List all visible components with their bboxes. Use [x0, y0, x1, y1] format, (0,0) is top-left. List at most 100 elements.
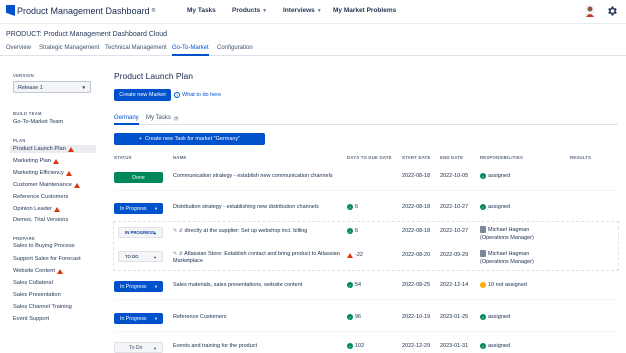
sidebar-item-product-launch-plan[interactable]: Product Launch Plan — [10, 145, 96, 153]
sidebar-item-sales-to-buying-process[interactable]: Sales to Buying Process — [13, 243, 75, 249]
nav-products[interactable]: Products ▼ — [232, 7, 267, 14]
create-task-button[interactable]: + Create new Task for market "Germany" — [114, 133, 265, 145]
col-status[interactable]: STATUS — [114, 155, 132, 160]
sidebar-item-label: Website Content — [13, 268, 55, 274]
sidebar-item-customer-maintenance[interactable]: Customer Maintenance — [13, 182, 80, 188]
main-tabs: Overview Strategic Management Technical … — [0, 42, 626, 56]
what-to-do-link[interactable]: ? What to do here — [174, 92, 221, 98]
days-value: 54 — [355, 282, 362, 288]
responsibility-label: Michael Hagman — [488, 227, 530, 233]
task-name[interactable]: Sales materials, sales presentations, we… — [173, 282, 343, 289]
what-to-do-label: What to do here — [182, 92, 222, 98]
status-button[interactable]: Done — [114, 172, 163, 183]
sidebar-item-reference-customers[interactable]: Reference Customers — [13, 194, 68, 200]
responsibility-role: (Operations Manager) — [480, 259, 534, 265]
days-value: 6 — [355, 228, 359, 234]
status-button[interactable]: IN PROGRESS ▼ — [118, 227, 163, 238]
col-end-date[interactable]: END DATE — [440, 155, 463, 160]
end-date: 2023-01-25 — [440, 314, 469, 320]
chevron-down-icon: ▼ — [153, 231, 157, 236]
chevron-down-icon: ▼ — [81, 85, 86, 90]
tab-go-to-market[interactable]: Go-To-Market — [172, 45, 209, 56]
start-date: 2022-08-18 — [402, 204, 431, 210]
sidebar-item-website-content[interactable]: Website Content — [13, 268, 63, 274]
tab-overview[interactable]: Overview — [6, 45, 31, 51]
breadcrumb: PRODUCT: Product Management Dashboard Cl… — [6, 31, 168, 38]
chevron-down-icon: ▼ — [262, 8, 268, 14]
sidebar-item-support-sales-for-forecast[interactable]: Support Sales for Forecast — [13, 256, 81, 262]
days-to-due: ✓ 6 — [347, 204, 358, 210]
nav-label: My Market Problems — [333, 7, 397, 14]
start-date: 2022-08-20 — [402, 252, 431, 258]
sidebar-item-marketing-efficiency[interactable]: Marketing Efficiency — [13, 170, 72, 176]
sidebar-item-sales-presentation[interactable]: Sales Presentation — [13, 292, 61, 298]
sidebar-item-event-support[interactable]: Event Support — [13, 316, 49, 322]
end-date: 2023-01-31 — [440, 343, 469, 349]
tab-my-tasks[interactable]: My Tasks 7 — [146, 115, 180, 121]
status-button[interactable]: In Progress ▼ — [114, 313, 163, 324]
status-button[interactable]: In Progress ▼ — [114, 281, 163, 292]
app-logo[interactable]: Product Management Dashboard ® — [6, 5, 155, 16]
task-name[interactable]: Distribution strategy - establishing new… — [173, 204, 343, 211]
start-date: 2022-10-19 — [402, 314, 431, 320]
chevron-down-icon: ▼ — [153, 255, 157, 260]
days-to-due: ✓ 102 — [347, 343, 364, 349]
tab-strategic-management[interactable]: Strategic Management — [39, 45, 99, 51]
task-name[interactable]: ✎ ⇵ Atlassian Store: Establish contact a… — [173, 251, 343, 265]
tab-technical-management[interactable]: Technical Management — [105, 45, 167, 51]
col-days-to-due[interactable]: DAYS TO DUE DATE — [347, 155, 392, 160]
task-name[interactable]: Events and training for the product — [173, 343, 343, 350]
nav-interviews[interactable]: Interviews ▼ — [283, 7, 322, 14]
tab-configuration[interactable]: Configuration — [217, 45, 253, 51]
col-results[interactable]: RESULTS — [570, 155, 591, 160]
col-responsibilities[interactable]: RESPONSIBILITIES — [480, 155, 523, 160]
nav-label: Interviews — [283, 7, 315, 14]
logo-icon — [6, 5, 15, 16]
days-value: 102 — [355, 343, 365, 349]
nav-my-tasks[interactable]: My Tasks — [187, 7, 216, 14]
sidebar-item-sales-channel-training[interactable]: Sales Channel Training — [13, 304, 72, 310]
check-icon: ✓ — [480, 314, 486, 320]
app-title-mark: ® — [151, 7, 156, 14]
status-button[interactable]: In Progress ▼ — [114, 203, 163, 214]
end-date: 2022-09-29 — [440, 252, 469, 258]
status-button[interactable]: To Do ▼ — [114, 342, 163, 353]
sidebar-item-go-to-market-team[interactable]: Go-To-Market Team — [13, 119, 63, 125]
task-name-label: Atlassian Store: Establish contact and b… — [173, 251, 340, 264]
create-task-label: Create new Task for market "Germany" — [145, 136, 241, 142]
responsibility-label: Michael Hagman — [488, 251, 530, 257]
col-start-date[interactable]: START DATE — [402, 155, 431, 160]
sidebar-item-label: Product Launch Plan — [13, 146, 66, 152]
move-icon[interactable]: ⇵ — [179, 228, 183, 234]
warning-icon — [52, 158, 59, 164]
status-button[interactable]: TO DO ▼ — [118, 251, 163, 262]
market-tabs: Germany My Tasks 7 — [114, 114, 618, 125]
row-divider — [114, 190, 618, 191]
version-value: Release 1 — [18, 85, 43, 91]
warning-icon — [67, 146, 74, 152]
col-name[interactable]: NAME — [173, 155, 186, 160]
task-name[interactable]: Reference Customers — [173, 314, 343, 321]
user-avatar[interactable] — [585, 5, 595, 17]
chevron-down-icon: ▼ — [154, 284, 158, 289]
create-market-button[interactable]: Create new Market — [114, 89, 171, 101]
days-to-due: ✓ 6 — [347, 228, 358, 234]
sidebar-item-sales-collateral[interactable]: Sales Collateral — [13, 280, 53, 286]
task-name-label: directly at the supplier: Set up webshop… — [184, 228, 308, 234]
version-select[interactable]: Release 1 ▼ — [13, 81, 91, 93]
task-name[interactable]: Communication strategy - establish new c… — [173, 173, 343, 180]
tab-germany[interactable]: Germany — [114, 115, 139, 125]
nav-my-market-problems[interactable]: My Market Problems — [333, 7, 396, 14]
sidebar-item-marketing-plan[interactable]: Marketing Plan — [13, 158, 59, 164]
sidebar-item-opinion-leader[interactable]: Opinion Leader — [13, 206, 60, 212]
edit-icon[interactable]: ✎ — [173, 228, 177, 234]
sidebar-item-demos-trial-versions[interactable]: Demos, Trial Versions — [13, 217, 68, 223]
warning-icon — [56, 268, 63, 274]
app-title: Product Management Dashboard — [17, 5, 150, 16]
move-icon[interactable]: ⇵ — [179, 251, 183, 257]
days-value: -22 — [355, 252, 363, 258]
gear-icon[interactable] — [606, 5, 618, 17]
check-icon: ✓ — [480, 204, 486, 210]
edit-icon[interactable]: ✎ — [173, 251, 177, 257]
task-name[interactable]: ✎ ⇵ directly at the supplier: Set up web… — [173, 228, 343, 235]
